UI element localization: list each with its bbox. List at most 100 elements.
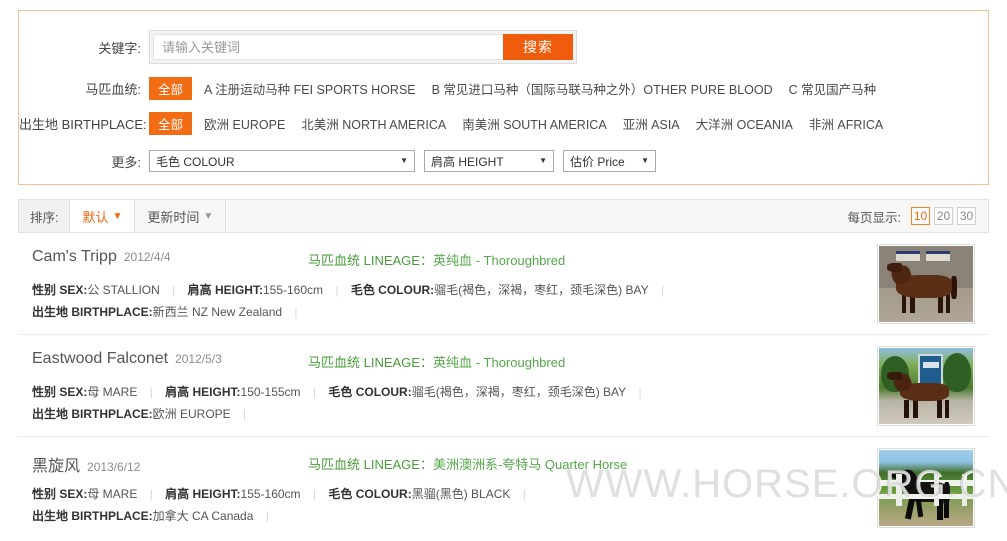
attr-birthplace-label: 出生地 BIRTHPLACE: (32, 305, 153, 319)
list-item[interactable]: 黑旋风 2013/6/12 马匹血统 LINEAGE：美洲澳洲系-夸特马 Qua… (18, 437, 989, 539)
horse-lineage: 马匹血统 LINEAGE：英纯血 - Thoroughbred (308, 352, 565, 371)
per-page-10[interactable]: 10 (911, 207, 930, 225)
keyword-label: 关键字: (98, 40, 141, 56)
horse-birth-date: 2012/4/4 (123, 250, 171, 264)
attr-height-value: 150-155cm (240, 385, 301, 399)
sort-item-update-time[interactable]: 更新时间 ▼ (135, 200, 227, 232)
list-item[interactable]: Cam's Tripp 2012/4/4 马匹血统 LINEAGE：英纯血 - … (18, 233, 989, 335)
attr-divider: | (638, 385, 642, 399)
photo-decor (944, 399, 950, 418)
birthplace-option-europe[interactable]: 欧洲 EUROPE (204, 114, 285, 133)
list-item[interactable]: Eastwood Falconet 2012/5/3 马匹血统 LINEAGE：… (18, 335, 989, 437)
attr-colour-value: 黑骝(黑色) BLACK (411, 487, 511, 501)
attr-divider: | (660, 283, 665, 297)
search-input[interactable] (153, 34, 503, 60)
sort-item-update-time-label: 更新时间 (147, 209, 200, 225)
listing-header: 黑旋风 2013/6/12 (32, 452, 140, 476)
height-select-value: 肩高 HEIGHT (431, 154, 504, 169)
horse-photo (879, 348, 973, 424)
attr-divider: | (172, 283, 176, 297)
attr-colour-value: 骝毛(褐色，深褐，枣红，颈毛深色) BAY (411, 385, 627, 399)
attr-birthplace: 出生地 BIRTHPLACE:新西兰 NZ New Zealand (32, 301, 282, 323)
birthplace-option-oceania[interactable]: 大洋洲 OCEANIA (696, 114, 793, 133)
photo-decor (961, 474, 968, 507)
search-button[interactable]: 搜索 (503, 34, 573, 60)
lineage-label: 马匹血统 LINEAGE： (308, 253, 433, 268)
attr-divider: | (312, 385, 317, 399)
listing-header: Eastwood Falconet 2012/5/3 (32, 350, 222, 368)
horse-name-link[interactable]: 黑旋风 (32, 452, 80, 476)
birthplace-filter-options: 全部 欧洲 EUROPE 北美洲 NORTH AMERICA 南美洲 SOUTH… (149, 112, 899, 135)
attr-height: 肩高 HEIGHT:155-160cm (188, 279, 323, 301)
keyword-row: 关键字: 搜索 (19, 30, 988, 64)
attr-height-label: 肩高 HEIGHT: (165, 487, 241, 501)
lineage-value: 英纯血 - Thoroughbred (432, 355, 566, 370)
attr-colour: 毛色 COLOUR:黑骝(黑色) BLACK (328, 483, 510, 505)
attr-height-label: 肩高 HEIGHT: (165, 385, 241, 399)
photo-decor (933, 474, 940, 507)
chevron-down-icon: ▼ (400, 156, 408, 165)
horse-listing-list: Cam's Tripp 2012/4/4 马匹血统 LINEAGE：英纯血 - … (18, 233, 989, 539)
horse-thumbnail[interactable] (877, 448, 975, 528)
lineage-filter-label: 马匹血统: (85, 82, 141, 97)
attr-sex-label: 性别 SEX: (32, 283, 88, 297)
attr-height: 肩高 HEIGHT:150-155cm (165, 381, 300, 403)
height-select[interactable]: 肩高 HEIGHT ▼ (424, 150, 554, 172)
lineage-label: 马匹血统 LINEAGE： (308, 355, 433, 370)
attr-divider: | (149, 487, 153, 501)
attr-divider: | (335, 283, 339, 297)
horse-photo (879, 450, 973, 526)
per-page-20[interactable]: 20 (934, 207, 953, 225)
chevron-down-icon: ▼ (539, 156, 547, 165)
birthplace-option-north-america[interactable]: 北美洲 NORTH AMERICA (301, 114, 446, 133)
attr-divider: | (522, 487, 526, 501)
attr-height-value: 155-160cm (262, 283, 324, 297)
birthplace-option-all[interactable]: 全部 (149, 112, 193, 135)
attr-height-value: 155-160cm (240, 487, 301, 501)
attr-birthplace-value: 欧洲 EUROPE (152, 407, 231, 421)
horse-thumbnail[interactable] (877, 346, 975, 426)
attr-sex-label: 性别 SEX: (32, 487, 88, 501)
colour-select-value: 毛色 COLOUR (156, 154, 235, 169)
photo-decor (943, 498, 949, 519)
attr-height: 肩高 HEIGHT:155-160cm (165, 483, 300, 505)
more-filter-label: 更多: (111, 154, 141, 170)
horse-thumbnail[interactable] (877, 244, 975, 324)
horse-name-link[interactable]: Cam's Tripp (32, 248, 117, 266)
horse-name-link[interactable]: Eastwood Falconet (32, 350, 168, 368)
horse-lineage: 马匹血统 LINEAGE：英纯血 - Thoroughbred (308, 250, 565, 269)
attr-colour-label: 毛色 COLOUR: (328, 385, 412, 399)
sort-item-default-label: 默认 (82, 209, 109, 225)
photo-decor (912, 399, 918, 418)
horse-attributes: 性别 SEX:母 MARE | 肩高 HEIGHT:150-155cm | 毛色… (32, 381, 852, 425)
birthplace-filter-row: 出生地 BIRTHPLACE: 全部 欧洲 EUROPE 北美洲 NORTH A… (19, 112, 988, 135)
lineage-option-other-pure-blood[interactable]: B 常见进口马种（国际马联马种之外）OTHER PURE BLOOD (432, 79, 773, 98)
horse-attributes: 性别 SEX:母 MARE | 肩高 HEIGHT:155-160cm | 毛色… (32, 483, 852, 527)
attr-birthplace: 出生地 BIRTHPLACE:欧洲 EUROPE (32, 403, 231, 425)
attr-colour-label: 毛色 COLOUR: (350, 283, 435, 297)
horse-birth-date: 2013/6/12 (87, 460, 141, 474)
birthplace-option-africa[interactable]: 非洲 AFRICA (809, 114, 883, 133)
birthplace-option-south-america[interactable]: 南美洲 SOUTH AMERICA (462, 114, 606, 133)
per-page-30[interactable]: 30 (957, 207, 976, 225)
per-page-control: 每页显示: 10 20 30 (848, 200, 988, 232)
photo-decor (895, 250, 921, 262)
photo-decor (895, 474, 902, 507)
price-select-value: 估价 Price (570, 154, 625, 169)
colour-select[interactable]: 毛色 COLOUR ▼ (149, 150, 415, 172)
lineage-option-all[interactable]: 全部 (149, 77, 193, 100)
lineage-option-domestic[interactable]: C 常见国产马种 (789, 79, 877, 98)
price-select[interactable]: 估价 Price ▼ (563, 150, 656, 172)
lineage-value: 英纯血 - Thoroughbred (432, 253, 566, 268)
photo-decor (945, 293, 951, 313)
attr-birthplace-label: 出生地 BIRTHPLACE: (32, 509, 153, 523)
attr-sex-value: 公 STALLION (87, 283, 160, 297)
attr-birthplace-label: 出生地 BIRTHPLACE: (32, 407, 153, 421)
lineage-option-fei[interactable]: A 注册运动马种 FEI SPORTS HORSE (204, 79, 416, 98)
lineage-value: 美洲澳洲系-夸特马 Quarter Horse (432, 457, 628, 472)
attr-birthplace-value: 加拿大 CA Canada (152, 509, 254, 523)
sort-item-default[interactable]: 默认 ▼ (70, 200, 136, 232)
photo-decor (951, 276, 958, 300)
listing-header: Cam's Tripp 2012/4/4 (32, 248, 171, 266)
birthplace-option-asia[interactable]: 亚洲 ASIA (623, 114, 680, 133)
